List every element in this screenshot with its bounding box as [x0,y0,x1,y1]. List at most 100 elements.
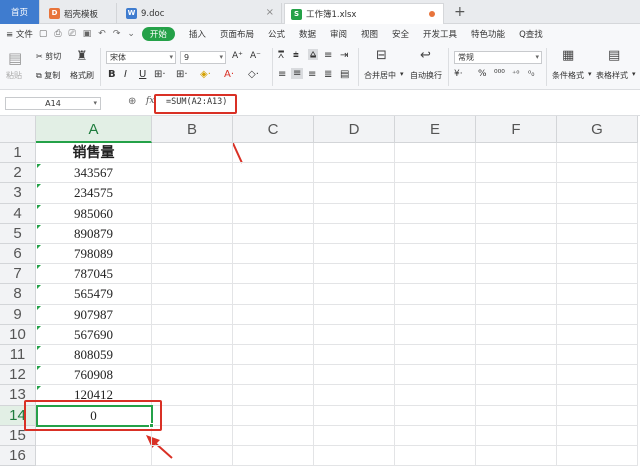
cell[interactable] [395,223,476,244]
column-header-g[interactable]: G [557,116,638,143]
cell[interactable] [233,405,314,426]
cell[interactable] [557,244,638,265]
cell[interactable] [395,425,476,446]
cell-a[interactable]: 567690 [36,324,152,345]
cell[interactable] [233,304,314,325]
cell[interactable] [314,345,395,366]
cell[interactable] [557,365,638,386]
cell[interactable] [152,223,233,244]
column-header-e[interactable]: E [395,116,476,143]
cell[interactable] [152,284,233,305]
row-header[interactable]: 16 [0,446,36,467]
cell[interactable] [152,365,233,386]
cell[interactable] [233,244,314,265]
cell[interactable] [476,365,557,386]
row-header[interactable]: 6 [0,244,36,265]
cell[interactable] [395,446,476,467]
cell[interactable] [314,183,395,204]
cell[interactable] [395,324,476,345]
cell[interactable] [557,304,638,325]
cell[interactable] [557,264,638,285]
cell[interactable] [476,304,557,325]
cell[interactable] [557,163,638,184]
cell[interactable] [476,223,557,244]
cell[interactable] [152,183,233,204]
cell[interactable] [395,405,476,426]
cell[interactable] [314,244,395,265]
cell[interactable] [557,446,638,467]
cell[interactable] [152,446,233,467]
cell-a[interactable] [36,446,152,467]
cell[interactable] [476,183,557,204]
cell[interactable] [314,425,395,446]
cell[interactable] [395,365,476,386]
cell[interactable] [314,304,395,325]
cell[interactable] [476,324,557,345]
column-header-c[interactable]: C [233,116,314,143]
row-header[interactable]: 2 [0,163,36,184]
cell[interactable] [476,264,557,285]
cell-a[interactable]: 798089 [36,244,152,265]
cell[interactable] [233,143,314,164]
cell[interactable] [314,163,395,184]
row-header[interactable]: 1 [0,143,36,164]
cell-a[interactable]: 808059 [36,345,152,366]
cell[interactable] [557,143,638,164]
row-header[interactable]: 7 [0,264,36,285]
cell-a[interactable]: 890879 [36,223,152,244]
cell[interactable] [152,143,233,164]
cell[interactable] [476,345,557,366]
cell[interactable] [152,244,233,265]
row-header[interactable]: 10 [0,324,36,345]
cell[interactable] [233,425,314,446]
cell[interactable] [557,284,638,305]
cell[interactable] [314,203,395,224]
cell-a[interactable]: 760908 [36,365,152,386]
cell[interactable] [395,163,476,184]
cell[interactable] [233,284,314,305]
cell[interactable] [557,223,638,244]
row-header[interactable]: 3 [0,183,36,204]
column-header-a[interactable]: A [36,116,152,143]
row-header[interactable]: 5 [0,223,36,244]
cell[interactable] [557,385,638,406]
cell[interactable] [314,223,395,244]
cell[interactable] [233,223,314,244]
cell[interactable] [233,183,314,204]
cell[interactable] [152,345,233,366]
cell[interactable] [395,203,476,224]
cell[interactable] [557,405,638,426]
cell[interactable] [233,163,314,184]
cell[interactable] [557,324,638,345]
cell[interactable] [395,304,476,325]
column-header-b[interactable]: B [152,116,233,143]
cell[interactable] [233,446,314,467]
cell[interactable] [395,284,476,305]
cell-a[interactable]: 343567 [36,163,152,184]
cell-a[interactable]: 907987 [36,304,152,325]
row-header[interactable]: 9 [0,304,36,325]
cell[interactable] [476,143,557,164]
cell[interactable] [152,405,233,426]
cell[interactable] [233,203,314,224]
cell[interactable] [395,385,476,406]
cell[interactable] [152,203,233,224]
cell[interactable] [395,244,476,265]
cell[interactable] [476,425,557,446]
cell[interactable] [557,203,638,224]
cell[interactable] [314,264,395,285]
cell[interactable] [557,345,638,366]
cell[interactable] [314,385,395,406]
cell[interactable] [395,143,476,164]
cell[interactable] [395,345,476,366]
cell[interactable] [233,345,314,366]
cell[interactable] [476,284,557,305]
cell[interactable] [395,264,476,285]
cell[interactable] [476,385,557,406]
cell[interactable] [314,446,395,467]
cell[interactable] [314,405,395,426]
cell[interactable] [557,183,638,204]
cell[interactable] [152,163,233,184]
cell[interactable] [314,324,395,345]
cell[interactable] [314,365,395,386]
